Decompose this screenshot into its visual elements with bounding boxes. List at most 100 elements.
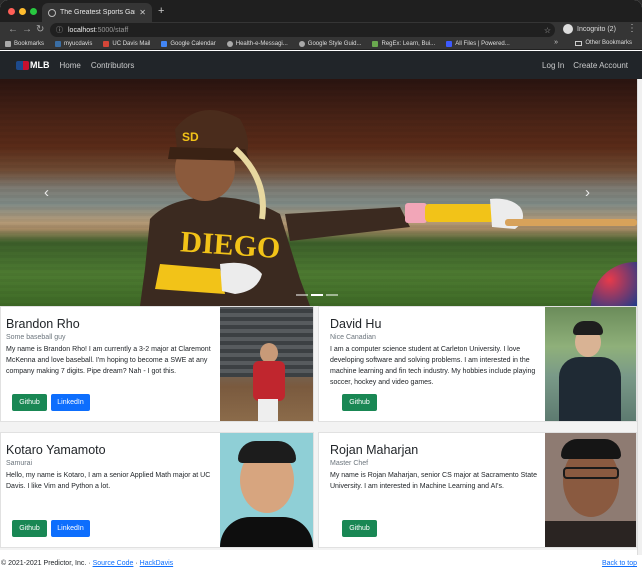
maximize-window-button[interactable]	[30, 8, 37, 15]
back-arrow-icon[interactable]: ←	[8, 24, 18, 35]
bookmark-item[interactable]: Google Style Guid...	[298, 40, 361, 47]
person-hair	[573, 321, 603, 335]
footer-separator: ·	[135, 560, 138, 567]
linkedin-button[interactable]: LinkedIn	[51, 394, 90, 411]
profile-button[interactable]: Incognito (2)	[563, 24, 616, 34]
minimize-window-button[interactable]	[19, 8, 26, 15]
person-hoodie	[559, 357, 621, 421]
info-icon[interactable]: ⓘ	[56, 25, 63, 35]
staff-subtitle: Samurai	[6, 460, 33, 467]
site-navbar: MLB Home Contributors Log In Create Acco…	[0, 51, 642, 79]
regex-icon	[372, 40, 379, 47]
back-to-top-link[interactable]: Back to top	[602, 560, 637, 567]
staff-bio: I am a computer science student at Carle…	[330, 346, 536, 386]
github-button[interactable]: Github	[342, 394, 377, 411]
carousel-indicators	[296, 294, 338, 296]
svg-text:SD: SD	[182, 130, 199, 144]
hero-carousel: DIEGO SD ‹ ›	[0, 79, 637, 306]
bookmark-item[interactable]: myucdavis	[55, 40, 92, 47]
mail-icon	[103, 40, 110, 47]
star-icon[interactable]: ☆	[544, 26, 551, 35]
github-button[interactable]: Github	[342, 520, 377, 537]
staff-photo	[220, 307, 313, 421]
staff-card: Rojan Maharjan Master Chef My name is Ro…	[318, 432, 637, 548]
brand-link[interactable]: MLB	[16, 60, 50, 70]
carousel-indicator-active[interactable]	[311, 294, 323, 296]
github-button[interactable]: Github	[12, 394, 47, 411]
staff-name: Rojan Maharjan	[330, 443, 419, 457]
globe-icon	[48, 8, 56, 17]
github-button[interactable]: Github	[12, 520, 47, 537]
calendar-icon	[161, 40, 168, 47]
bookmark-favicon	[55, 40, 62, 47]
source-code-link[interactable]: Source Code	[93, 560, 134, 567]
staff-photo	[545, 307, 636, 421]
tab-title: The Greatest Sports Game Pre	[60, 9, 135, 16]
player-jersey	[253, 361, 285, 401]
bookmarks-bar: Bookmarks myucdavis UC Davis Mail Google…	[0, 38, 642, 50]
staff-name: David Hu	[330, 317, 382, 331]
globe-icon	[298, 40, 305, 47]
mlb-logo-icon	[16, 60, 29, 70]
carousel-indicator[interactable]	[326, 294, 338, 296]
staff-bio: My name is Brandon Rho! I am currently a…	[6, 346, 211, 375]
close-window-button[interactable]	[8, 8, 15, 15]
tab-strip: The Greatest Sports Game Pre ✕ +	[0, 0, 642, 22]
folder-icon	[575, 40, 583, 46]
bookmark-item[interactable]: Bookmarks	[5, 40, 44, 47]
person-shirt	[220, 517, 313, 547]
url-host: localhost	[68, 26, 96, 34]
staff-bio: My name is Rojan Maharjan, senior CS maj…	[330, 472, 537, 490]
staff-card: Brandon Rho Some baseball guy My name is…	[0, 306, 314, 422]
person-glasses	[563, 467, 619, 479]
staff-cards: Brandon Rho Some baseball guy My name is…	[0, 306, 637, 550]
url-path: :5000/staff	[95, 26, 129, 34]
carousel-next-icon[interactable]: ›	[585, 184, 590, 201]
hackdavis-link[interactable]: HackDavis	[140, 560, 173, 567]
browser-toolbar: ← → ↻ ⓘ localhost :5000/staff ☆ Incognit…	[0, 22, 642, 38]
page-scrollbar[interactable]	[637, 79, 642, 555]
brand-text: MLB	[30, 60, 50, 70]
bookmark-item[interactable]: UC Davis Mail	[103, 40, 150, 47]
other-bookmarks[interactable]: Other Bookmarks	[575, 40, 632, 46]
staff-name: Kotaro Yamamoto	[6, 443, 106, 457]
browser-window: The Greatest Sports Game Pre ✕ + ← → ↻ ⓘ…	[0, 0, 642, 573]
reload-icon[interactable]: ↻	[36, 24, 44, 35]
nav-link-login[interactable]: Log In	[542, 61, 564, 70]
staff-subtitle: Some baseball guy	[6, 334, 66, 341]
page-footer: © 2021-2021 Predictor, Inc. · Source Cod…	[0, 555, 637, 573]
address-bar[interactable]: ⓘ localhost :5000/staff ☆	[50, 23, 555, 37]
forward-arrow-icon[interactable]: →	[22, 24, 32, 35]
close-tab-icon[interactable]: ✕	[139, 8, 146, 17]
browser-menu-icon[interactable]: ⋮	[627, 23, 637, 34]
incognito-icon	[563, 24, 573, 34]
staff-photo	[545, 433, 636, 547]
staff-subtitle: Nice Canadian	[330, 334, 376, 341]
copyright-text: © 2021-2021 Predictor, Inc. ·	[1, 560, 91, 567]
staff-name: Brandon Rho	[6, 317, 80, 331]
player-head	[260, 343, 278, 363]
browser-tab[interactable]: The Greatest Sports Game Pre ✕	[42, 3, 152, 22]
nav-link-create-account[interactable]: Create Account	[573, 61, 628, 70]
person-hair	[561, 439, 621, 459]
person-shirt	[545, 521, 636, 547]
baseball-player-image: DIEGO SD	[140, 110, 637, 306]
new-tab-button[interactable]: +	[158, 5, 164, 17]
bookmark-item[interactable]: All Files | Powered...	[446, 40, 510, 47]
bookmark-item[interactable]: RegEx: Learn, Bui...	[372, 40, 435, 47]
bookmark-item[interactable]: Health-e-Messagi...	[226, 40, 288, 47]
bookmark-item[interactable]: Google Calendar	[161, 40, 216, 47]
staff-photo	[220, 433, 313, 547]
profile-label: Incognito (2)	[577, 25, 616, 33]
more-bookmarks-icon[interactable]: »	[554, 39, 558, 46]
player-pants	[258, 399, 278, 421]
svg-text:DIEGO: DIEGO	[179, 225, 281, 265]
carousel-prev-icon[interactable]: ‹	[44, 184, 49, 201]
staff-subtitle: Master Chef	[330, 460, 369, 467]
staff-bio: Hello, my name is Kotaro, I am a senior …	[6, 472, 211, 490]
nav-link-contributors[interactable]: Contributors	[91, 61, 135, 70]
linkedin-button[interactable]: LinkedIn	[51, 520, 90, 537]
carousel-indicator[interactable]	[296, 294, 308, 296]
staff-card: Kotaro Yamamoto Samurai Hello, my name i…	[0, 432, 314, 548]
nav-link-home[interactable]: Home	[60, 61, 81, 70]
